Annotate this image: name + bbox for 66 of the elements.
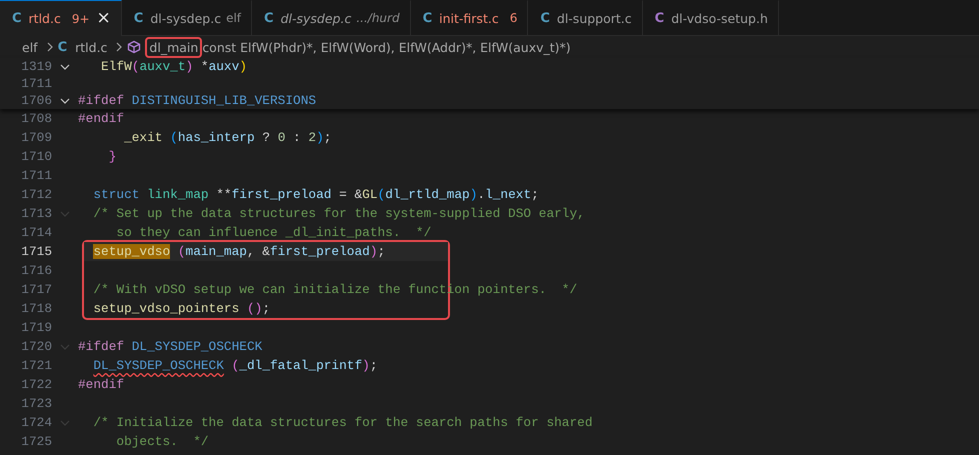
line-number: 1711 (20, 76, 52, 91)
line-number: 1714 (20, 225, 52, 240)
line-number: 1720 (20, 339, 52, 354)
editor-tab[interactable]: C init-first.c 6 (410, 0, 528, 35)
code-line: /* Initialize the data structures for the search paths for shared (92, 415, 593, 430)
code-line: } (108, 149, 116, 164)
line-number: 1710 (20, 149, 52, 164)
line-number: 1722 (20, 377, 52, 392)
tab-label: dl-sysdep.c (280, 10, 352, 26)
code-line: struct link_map **first_preload = &GL(dl_rtld_map).l_next; (92, 187, 539, 202)
signature-text: const ElfW(Phdr)*, ElfW(Word), ElfW(Addr)*, ElfW(auxv_t)*) (202, 40, 571, 54)
breadcrumb-item[interactable]: rtld.c (71, 36, 112, 58)
tab-label: rtld.c (28, 11, 61, 26)
tab-label: dl-support.c (556, 10, 632, 26)
code-line: so they can influence _dl_init_paths. */ (115, 225, 432, 240)
line-number: 1724 (20, 415, 52, 430)
c-file-icon: C (654, 10, 664, 26)
chevron-icon (115, 42, 124, 52)
line-number: 1721 (20, 358, 52, 373)
line-number: 1719 (20, 320, 52, 335)
code-line: #ifdef DISTINGUISH_LIB_VERSIONS (78, 93, 316, 108)
code-line: #endif (78, 111, 124, 126)
c-file-icon: C (264, 10, 274, 26)
tab-label: dl-vdso-setup.h (671, 10, 768, 26)
c-file-icon: C (58, 40, 68, 54)
tab-description: .../hurd (356, 11, 400, 25)
tab-description: elf (226, 11, 242, 25)
tab-label: dl-sysdep.c (150, 10, 222, 26)
line-number: 1706 (20, 93, 52, 108)
line-number: 1716 (20, 263, 52, 278)
line-number: 1717 (20, 282, 52, 297)
code-line: objects. */ (115, 434, 209, 449)
chevron-icon (46, 42, 54, 52)
line-number: 1713 (20, 206, 52, 221)
line-number: 1718 (20, 301, 52, 316)
editor-tab[interactable]: C rtld.c 9+ × (0, 0, 122, 36)
problem-count: 9+ (72, 12, 90, 26)
line-number: 1709 (20, 130, 52, 145)
editor-tab[interactable]: C dl-sysdep.c elf (122, 0, 252, 35)
tab-label: init-first.c (439, 10, 499, 26)
line-number: 1708 (20, 111, 52, 126)
cube-icon (127, 40, 142, 54)
editor-tab[interactable]: C dl-vdso-setup.h (642, 0, 779, 35)
code-line: _exit (has_interp ? 0 : 2); (123, 130, 332, 145)
code-line: ElfW(auxv_t) *auxv) (100, 59, 247, 74)
editor-tab[interactable]: C dl-sysdep.c .../hurd (252, 0, 411, 35)
c-file-icon: C (422, 10, 432, 26)
c-file-icon: C (540, 10, 550, 26)
line-number: 1723 (20, 396, 52, 411)
breadcrumb-item[interactable]: elf (18, 36, 42, 58)
code-line: /* Set up the data structures for the system-supplied DSO early, (92, 206, 585, 221)
line-number: 1725 (20, 434, 52, 449)
code-line: setup_vdso_pointers (); (92, 301, 270, 316)
code-line: setup_vdso (main_map, &first_preload); (92, 244, 386, 259)
close-icon[interactable]: × (96, 10, 111, 27)
code-line: DL_SYSDEP_OSCHECK (_dl_fatal_printf); (92, 358, 378, 373)
problem-count: 6 (510, 11, 518, 25)
code-line: #endif (78, 377, 124, 392)
code-line: #ifdef DL_SYSDEP_OSCHECK (78, 339, 262, 354)
line-number: 1715 (20, 244, 52, 259)
editor-tab[interactable]: C dl-support.c (528, 0, 643, 35)
line-number: 1319 (20, 59, 52, 74)
c-file-icon: C (12, 11, 22, 26)
c-file-icon: C (134, 10, 144, 26)
line-number: 1711 (20, 168, 52, 183)
line-number: 1712 (20, 187, 52, 202)
